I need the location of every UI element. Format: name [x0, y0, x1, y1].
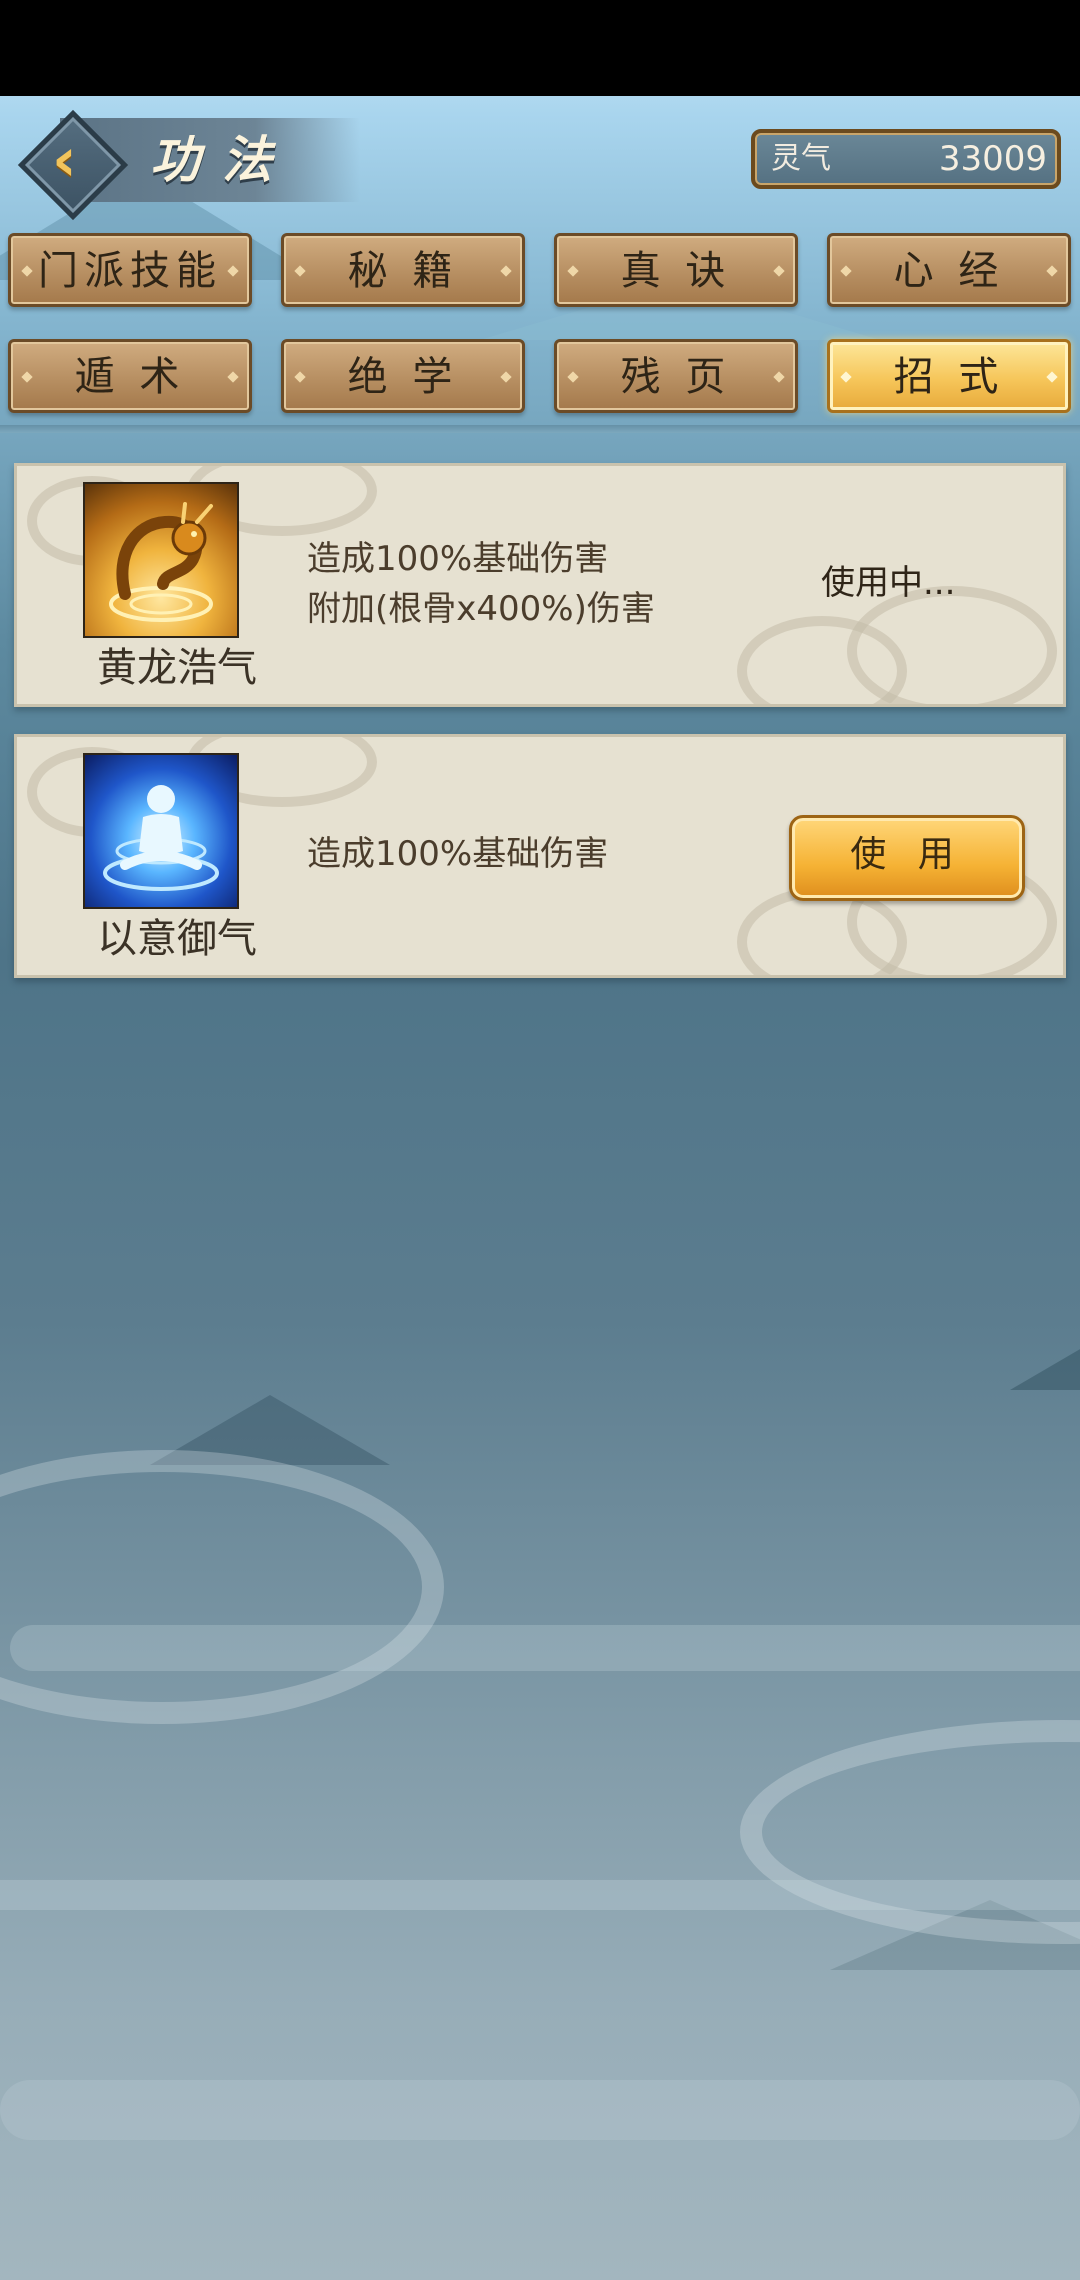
currency-label: 灵气: [771, 141, 831, 176]
skill-name: 以意御气: [97, 916, 257, 962]
background-mist-band: [10, 1625, 1080, 1671]
tab-fragments[interactable]: 残 页: [554, 339, 798, 413]
back-button[interactable]: ‹: [17, 109, 129, 221]
use-skill-button[interactable]: 使 用: [789, 815, 1025, 901]
background-mountain: [1010, 1320, 1080, 1390]
skill-description-line: 附加(根骨x400%)伤害: [307, 589, 655, 629]
meditating-figure-icon: [83, 753, 239, 909]
skill-card: 以意御气 造成100%基础伤害 使 用: [14, 734, 1066, 978]
background-mist-band: [0, 2080, 1080, 2140]
tab-label: 绝 学: [347, 354, 459, 400]
skill-description-line: 造成100%基础伤害: [307, 834, 609, 874]
skill-card: 黄龙浩气 造成100%基础伤害 附加(根骨x400%)伤害 使用中...: [14, 463, 1066, 707]
background-mist-band: [0, 1880, 1080, 1910]
tab-label: 残 页: [620, 354, 732, 400]
tab-heart-sutra[interactable]: 心 经: [827, 233, 1071, 307]
meditating-figure-icon-art: [103, 785, 219, 891]
tab-true-formula[interactable]: 真 诀: [554, 233, 798, 307]
tab-label: 招 式: [893, 354, 1005, 400]
golden-dragon-icon-art: [109, 502, 213, 622]
tab-escape-arts[interactable]: 遁 术: [8, 339, 252, 413]
page-title: 功法: [150, 130, 294, 189]
skill-in-use-status: 使用中...: [821, 563, 956, 603]
currency-display: 灵气 33009: [751, 129, 1061, 189]
tab-label: 秘 籍: [347, 248, 459, 294]
background-mist: [0, 1450, 444, 1724]
tab-secret-books[interactable]: 秘 籍: [281, 233, 525, 307]
chevron-left-icon: ‹: [52, 125, 77, 195]
game-screen: ‹ 功法 灵气 33009 门派技能 秘 籍 真 诀 心 经 遁 术 绝 学 残: [0, 0, 1080, 2280]
background-mist: [740, 1720, 1080, 1944]
tab-label: 门派技能: [38, 248, 222, 294]
currency-value: 33009: [938, 139, 1047, 179]
golden-dragon-icon: [83, 482, 239, 638]
tab-sect-skills[interactable]: 门派技能: [8, 233, 252, 307]
use-skill-button-label: 使 用: [850, 834, 964, 875]
header-divider: [0, 425, 1080, 433]
tab-label: 真 诀: [620, 248, 732, 294]
status-bar: [0, 0, 1080, 96]
tab-label: 遁 术: [74, 354, 186, 400]
skill-name: 黄龙浩气: [97, 645, 257, 691]
tab-ultimate-arts[interactable]: 绝 学: [281, 339, 525, 413]
tab-label: 心 经: [893, 248, 1005, 294]
tab-moves[interactable]: 招 式: [827, 339, 1071, 413]
skill-description-line: 造成100%基础伤害: [307, 539, 609, 579]
